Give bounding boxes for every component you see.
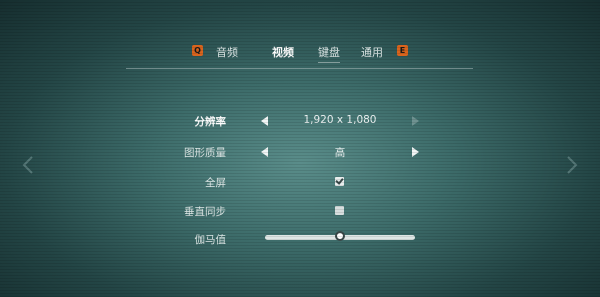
resolution-value: 1,920 x 1,080 [303, 114, 377, 126]
graphics-quality-next-arrow[interactable] [412, 147, 419, 157]
gamma-label: 伽马值 [194, 234, 227, 246]
tab-video[interactable]: 视频 [272, 44, 294, 60]
fullscreen-checkbox[interactable] [335, 177, 344, 186]
chevron-left-icon[interactable] [22, 155, 34, 175]
fullscreen-label: 全屏 [205, 177, 226, 189]
resolution-label: 分辨率 [194, 116, 227, 128]
resolution-next-arrow[interactable] [412, 116, 419, 126]
graphics-quality-prev-arrow[interactable] [261, 147, 268, 157]
tab-audio[interactable]: 音频 [216, 44, 238, 60]
prev-tab-key-hint[interactable]: Q [192, 45, 203, 56]
settings-tab-bar: Q 音频 视频 键盘 通用 E [0, 42, 600, 63]
next-tab-key-hint[interactable]: E [397, 45, 408, 56]
vsync-label: 垂直同步 [184, 206, 226, 218]
graphics-quality-label: 图形质量 [184, 147, 226, 159]
header-divider [126, 68, 473, 69]
resolution-prev-arrow[interactable] [261, 116, 268, 126]
chevron-right-icon[interactable] [566, 155, 578, 175]
gamma-slider-thumb[interactable] [335, 231, 345, 241]
tab-general[interactable]: 通用 [361, 44, 383, 60]
tab-keyboard[interactable]: 键盘 [318, 44, 340, 63]
graphics-quality-value: 高 [334, 147, 346, 159]
vsync-checkbox[interactable] [335, 206, 344, 215]
